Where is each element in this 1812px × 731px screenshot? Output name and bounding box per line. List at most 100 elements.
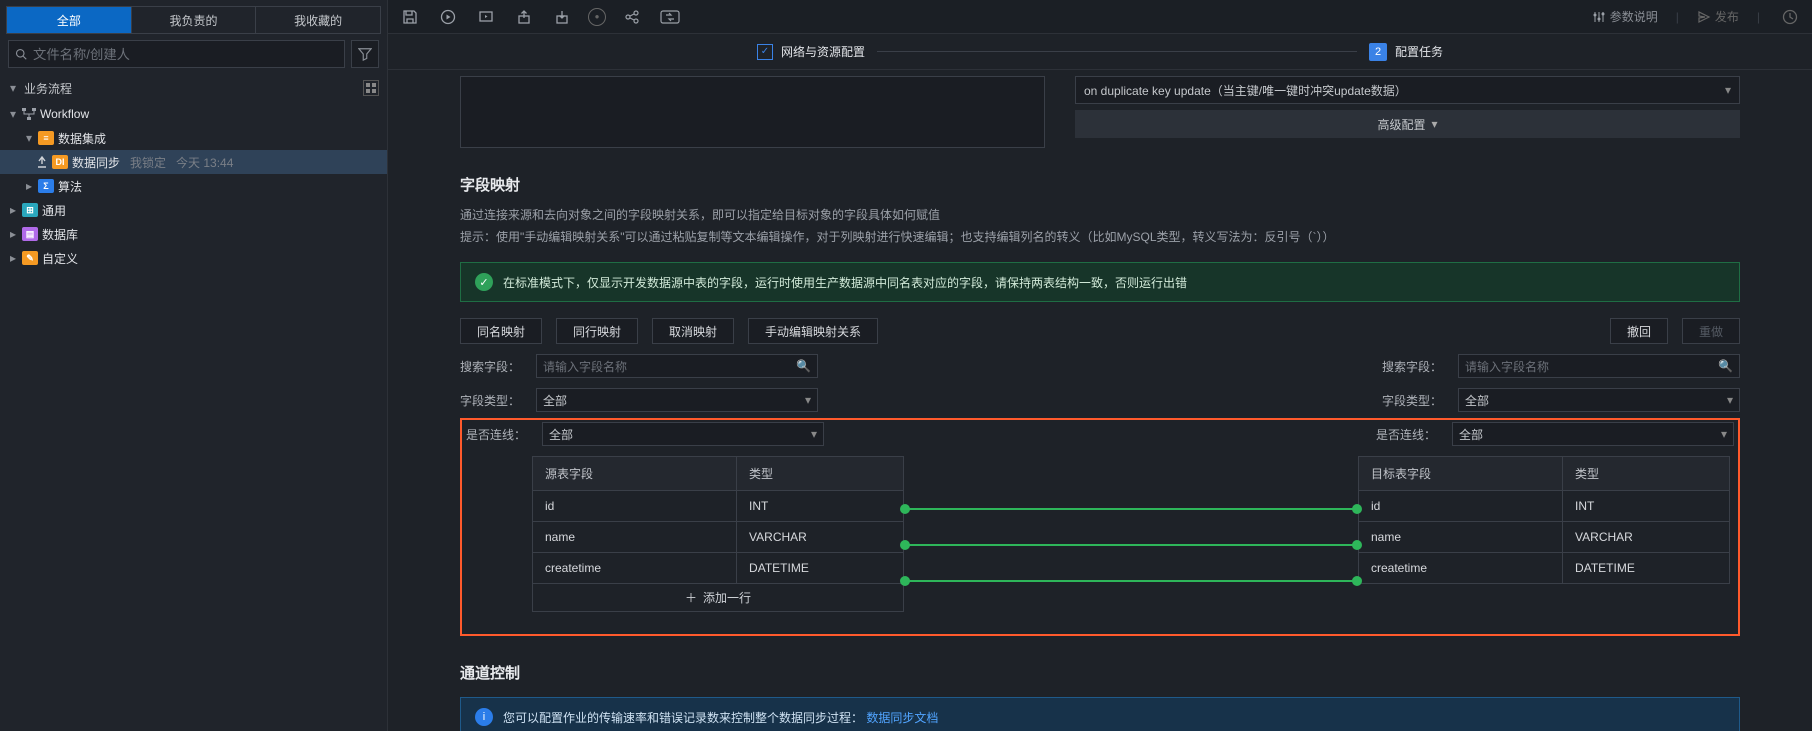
step-2-label: 配置任务 (1395, 43, 1443, 60)
record-icon[interactable]: ● (588, 8, 606, 26)
tab-all[interactable]: 全部 (7, 7, 132, 33)
custom-icon: ✎ (22, 251, 38, 265)
source-linked-select[interactable]: 全部 ▾ (542, 422, 824, 446)
tgt-type: INT (1563, 491, 1730, 522)
view-toggle-grid-icon[interactable] (363, 80, 379, 96)
screen-play-icon[interactable] (474, 5, 498, 29)
tree-time-meta: 今天 13:44 (176, 154, 233, 171)
search-icon (15, 48, 27, 60)
chevron-down-icon: ▾ (811, 427, 817, 441)
mapping-line[interactable] (904, 508, 1358, 510)
section-title-field-map: 字段映射 (460, 174, 1740, 195)
publish-link[interactable]: 发布 (1697, 8, 1739, 25)
src-type: INT (737, 491, 904, 522)
tree-node-database[interactable]: ▸ ▤ 数据库 (0, 222, 387, 246)
channel-alert: i 您可以配置作业的传输速率和错误记录数来控制整个数据同步过程： 数据同步文档 (460, 697, 1740, 731)
tree-label: 自定义 (42, 250, 78, 267)
mapping-line[interactable] (904, 544, 1358, 546)
tab-mine[interactable]: 我负责的 (132, 7, 257, 33)
src-field: name (533, 522, 737, 553)
manual-map-button[interactable]: 手动编辑映射关系 (748, 318, 878, 344)
tree-node-data-integration[interactable]: ▾ ≡ 数据集成 (0, 126, 387, 150)
target-th-field: 目标表字段 (1359, 457, 1563, 491)
tree-label: 数据同步 (72, 154, 120, 171)
folder-icon: ≡ (38, 131, 54, 145)
export-up-icon[interactable] (512, 5, 536, 29)
chevron-down-icon: ▾ (1431, 117, 1437, 131)
target-linked-select[interactable]: 全部 ▾ (1452, 422, 1734, 446)
add-row-button[interactable]: ＋ 添加一行 (532, 584, 904, 612)
add-row-label: 添加一行 (703, 589, 751, 606)
tgt-field: id (1359, 491, 1563, 522)
clock-icon[interactable] (1778, 5, 1802, 29)
check-circle-icon: ✓ (475, 273, 493, 291)
general-icon: ⊞ (22, 203, 38, 217)
table-row[interactable]: name VARCHAR (1359, 522, 1730, 553)
target-linked-label: 是否连线： (1376, 426, 1436, 443)
tree-node-workflow[interactable]: ▾ Workflow (0, 102, 387, 126)
source-search-input[interactable]: 请输入字段名称 🔍 (536, 354, 818, 378)
src-type: VARCHAR (737, 522, 904, 553)
mapping-highlight-box: 是否连线： 全部 ▾ 是否连线： 全部 ▾ (460, 418, 1740, 636)
search-icon: 🔍 (1718, 359, 1733, 373)
stepper: ✓ 网络与资源配置 2 配置任务 (388, 34, 1812, 70)
tree-node-algorithm[interactable]: ▸ Σ 算法 (0, 174, 387, 198)
play-icon[interactable] (436, 5, 460, 29)
pk-conflict-select[interactable]: on duplicate key update（当主键/唯一键时冲突update… (1075, 76, 1740, 104)
target-type-value: 全部 (1465, 392, 1489, 409)
sidebar-tabs: 全部 我负责的 我收藏的 (6, 6, 381, 34)
params-help-label: 参数说明 (1610, 8, 1658, 25)
sidebar-filter-button[interactable] (351, 40, 379, 68)
source-type-label: 字段类型： (460, 392, 520, 409)
same-name-map-button[interactable]: 同名映射 (460, 318, 542, 344)
target-search-label: 搜索字段： (1382, 358, 1442, 375)
step-1-label: 网络与资源配置 (781, 43, 865, 60)
field-map-alert-text: 在标准模式下，仅显示开发数据源中表的字段，运行时使用生产数据源中同名表对应的字段… (503, 274, 1187, 291)
sidebar-search-input[interactable] (33, 47, 338, 62)
table-row[interactable]: name VARCHAR (533, 522, 904, 553)
channel-doc-link[interactable]: 数据同步文档 (866, 711, 938, 725)
tree-node-general[interactable]: ▸ ⊞ 通用 (0, 198, 387, 222)
cancel-map-button[interactable]: 取消映射 (652, 318, 734, 344)
step-1[interactable]: ✓ 网络与资源配置 (757, 43, 865, 60)
channel-alert-text: 您可以配置作业的传输速率和错误记录数来控制整个数据同步过程： (503, 711, 863, 725)
save-icon[interactable] (398, 5, 422, 29)
pk-conflict-value: on duplicate key update（当主键/唯一键时冲突update… (1084, 82, 1407, 99)
src-field: id (533, 491, 737, 522)
table-row[interactable]: createtime DATETIME (1359, 553, 1730, 584)
convert-icon[interactable] (658, 5, 682, 29)
field-map-desc-2: 提示：使用"手动编辑映射关系"可以通过粘贴复制等文本编辑操作，对于列映射进行快速… (460, 227, 1740, 249)
section-title-channel: 通道控制 (460, 662, 1740, 683)
target-type-label: 字段类型： (1382, 392, 1442, 409)
mapping-line[interactable] (904, 580, 1358, 582)
chevron-down-icon[interactable]: ▾ (8, 81, 18, 95)
source-type-select[interactable]: 全部 ▾ (536, 388, 818, 412)
source-th-field: 源表字段 (533, 457, 737, 491)
table-row[interactable]: createtime DATETIME (533, 553, 904, 584)
tgt-field: name (1359, 522, 1563, 553)
tree-label: 通用 (42, 202, 66, 219)
advanced-config-button[interactable]: 高级配置 ▾ (1075, 110, 1740, 138)
sidebar-search-box[interactable] (8, 40, 345, 68)
tab-fav[interactable]: 我收藏的 (256, 7, 380, 33)
share-icon[interactable] (620, 5, 644, 29)
tree-node-data-sync[interactable]: DI 数据同步 我锁定 今天 13:44 (0, 150, 387, 174)
table-row[interactable]: id INT (533, 491, 904, 522)
chevron-down-icon: ▾ (805, 393, 811, 407)
undo-button[interactable]: 撤回 (1610, 318, 1668, 344)
sliders-icon (1592, 10, 1606, 24)
step-2[interactable]: 2 配置任务 (1369, 43, 1443, 61)
params-help-link[interactable]: 参数说明 (1592, 8, 1658, 25)
di-badge-icon: DI (52, 155, 68, 169)
target-search-input[interactable]: 请输入字段名称 🔍 (1458, 354, 1740, 378)
workflow-icon (22, 108, 36, 120)
info-circle-icon: i (475, 708, 493, 726)
same-row-map-button[interactable]: 同行映射 (556, 318, 638, 344)
table-row[interactable]: id INT (1359, 491, 1730, 522)
upper-left-box[interactable] (460, 76, 1045, 148)
target-type-select[interactable]: 全部 ▾ (1458, 388, 1740, 412)
redo-button: 重做 (1682, 318, 1740, 344)
export-icon (36, 156, 48, 168)
tree-node-custom[interactable]: ▸ ✎ 自定义 (0, 246, 387, 270)
import-down-icon[interactable] (550, 5, 574, 29)
